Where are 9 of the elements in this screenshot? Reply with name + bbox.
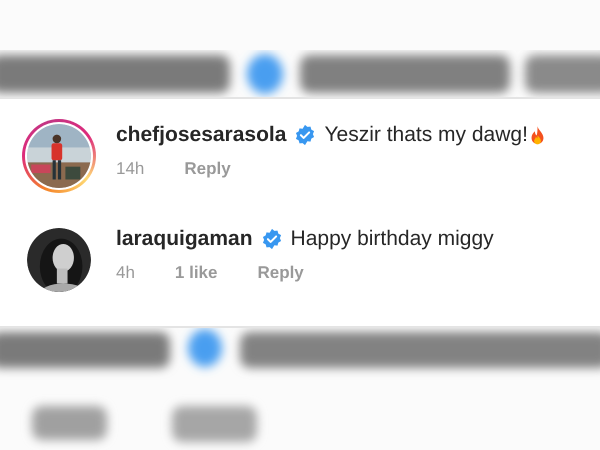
timestamp: 14h bbox=[116, 159, 144, 179]
comment-text: Happy birthday miggy bbox=[290, 227, 494, 251]
username[interactable]: chefjosesarasola bbox=[116, 123, 286, 147]
likes-count[interactable]: 1 like bbox=[174, 263, 218, 283]
timestamp: 4h bbox=[116, 263, 135, 283]
reply-link[interactable]: Reply bbox=[257, 263, 304, 283]
comment-text: Yeszir thats my dawg! bbox=[324, 123, 528, 147]
username[interactable]: laraquigaman bbox=[116, 227, 253, 251]
reply-link[interactable]: Reply bbox=[184, 159, 231, 179]
